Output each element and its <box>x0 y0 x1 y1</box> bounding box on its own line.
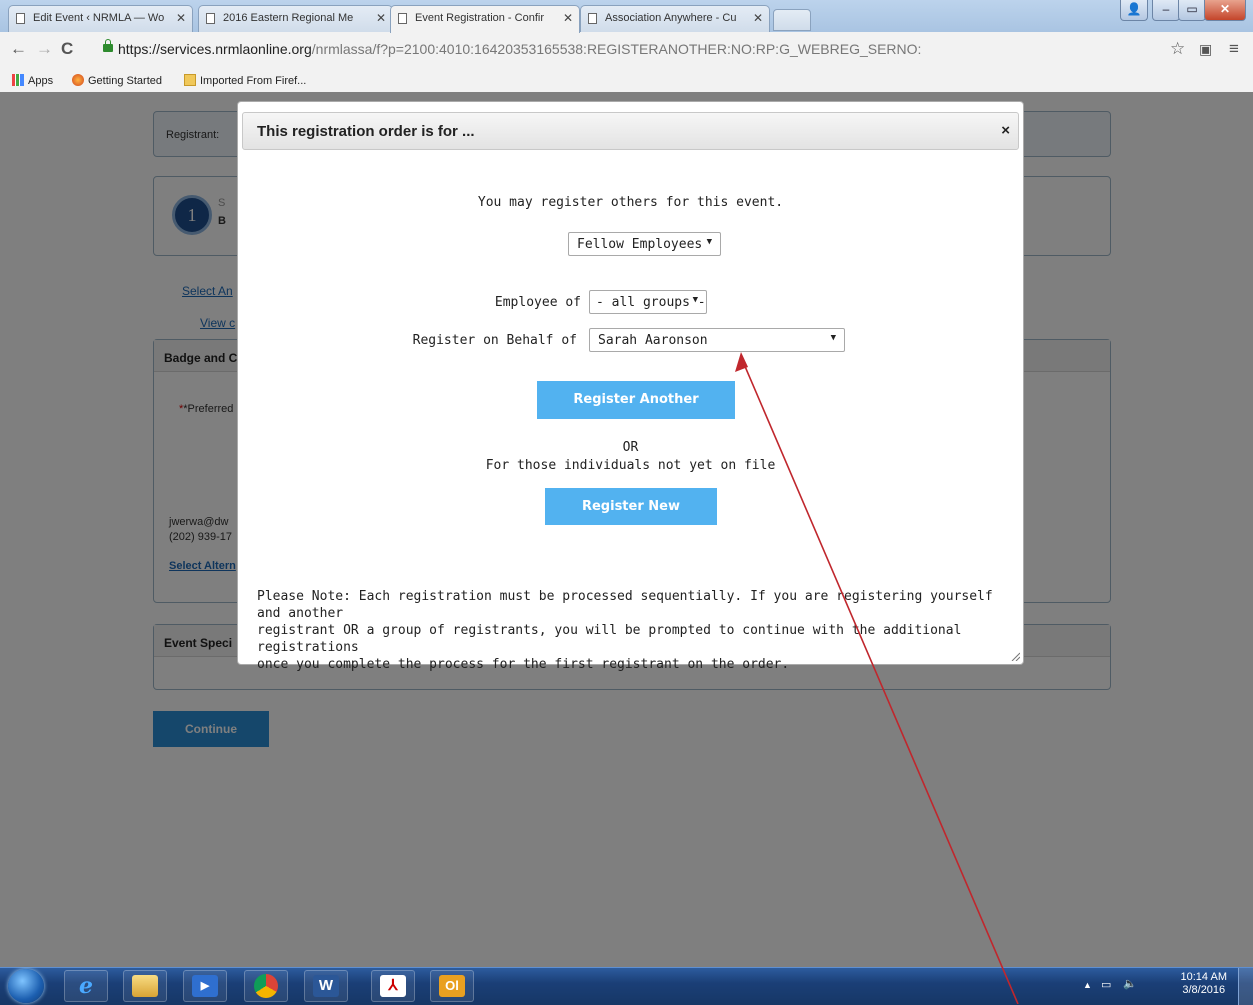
start-button[interactable] <box>8 969 44 1003</box>
close-tab-icon[interactable]: ✕ <box>563 11 573 25</box>
document-icon <box>16 13 25 24</box>
system-tray: ▲ ▭ 🔈 10:14 AM 3/8/2016 <box>1083 968 1253 1005</box>
close-tab-icon[interactable]: ✕ <box>376 11 386 25</box>
navigation-bar: ← → C https://services.nrmlaonline.org/n… <box>0 32 1253 66</box>
bookmark-getting-started[interactable]: Getting Started <box>72 74 162 87</box>
forward-icon[interactable]: → <box>36 39 53 59</box>
menu-icon[interactable]: ≡ <box>1229 39 1239 59</box>
employee-of-select[interactable]: - all groups - ▼ <box>589 290 707 314</box>
selected-value: Fellow Employees <box>577 237 703 252</box>
chevron-down-icon: ▼ <box>830 333 836 343</box>
url-host: https://services.nrmlaonline.org <box>118 41 312 57</box>
chrome-icon[interactable] <box>244 970 288 1002</box>
show-desktop-button[interactable] <box>1238 968 1253 1005</box>
url-path: /nrmlassa/f?p=2100:4010:16420353165538:R… <box>311 41 922 57</box>
employee-of-label: Employee of <box>494 295 581 310</box>
close-tab-icon[interactable]: ✕ <box>753 11 763 25</box>
chevron-down-icon: ▼ <box>692 295 698 305</box>
browser-chrome: Edit Event ‹ NRMLA — Wo ✕ 2016 Eastern R… <box>0 0 1253 92</box>
folder-icon <box>184 74 196 86</box>
back-icon[interactable]: ← <box>10 39 27 59</box>
internet-explorer-icon[interactable]: e <box>64 970 108 1002</box>
resize-grip-icon[interactable] <box>1010 651 1020 661</box>
reload-icon[interactable]: C <box>61 39 73 59</box>
bookmarks-bar: Apps Getting Started Imported From Firef… <box>0 68 1253 92</box>
extension-icon[interactable]: ▣ <box>1199 41 1212 58</box>
user-icon[interactable]: 👤 <box>1120 0 1148 21</box>
close-window-button[interactable]: ✕ <box>1204 0 1246 21</box>
tab-label: Event Registration - Confir <box>415 12 544 24</box>
register-new-button[interactable]: Register New <box>545 488 717 525</box>
chevron-down-icon: ▼ <box>706 237 712 247</box>
modal-header: This registration order is for ... × <box>242 112 1019 150</box>
tab-event-registration[interactable]: Event Registration - Confir ✕ <box>390 5 580 33</box>
outlook-icon[interactable]: Ol <box>430 970 474 1002</box>
tab-label: Edit Event ‹ NRMLA — Wo <box>33 12 165 24</box>
selected-value: Sarah Aaronson <box>598 333 708 348</box>
tab-label: 2016 Eastern Regional Me <box>223 12 354 24</box>
address-bar[interactable]: https://services.nrmlaonline.org/nrmlass… <box>118 41 921 57</box>
file-explorer-icon[interactable] <box>123 970 167 1002</box>
tab-eastern-regional[interactable]: 2016 Eastern Regional Me ✕ <box>198 5 393 32</box>
registration-type-select[interactable]: Fellow Employees ▼ <box>568 232 721 256</box>
or-text: OR <box>622 440 639 455</box>
modal-title: This registration order is for ... <box>257 123 475 140</box>
register-another-button[interactable]: Register Another <box>537 381 735 419</box>
modal-intro: You may register others for this event. <box>477 195 784 210</box>
bookmark-imported[interactable]: Imported From Firef... <box>184 74 306 87</box>
new-tab-button[interactable] <box>773 9 811 31</box>
tab-association-anywhere[interactable]: Association Anywhere - Cu ✕ <box>580 5 770 32</box>
show-hidden-icons-icon[interactable]: ▲ <box>1083 980 1092 990</box>
selected-value: - all groups - <box>596 295 706 310</box>
acrobat-icon[interactable]: ⅄ <box>371 970 415 1002</box>
volume-icon[interactable]: 🔈 <box>1123 977 1137 990</box>
please-note-text: Please Note: Each registration must be p… <box>257 589 993 672</box>
clock[interactable]: 10:14 AM 3/8/2016 <box>1181 971 1227 997</box>
document-icon <box>398 13 407 24</box>
document-icon <box>588 13 597 24</box>
close-icon[interactable]: × <box>1001 122 1010 139</box>
apps-grid-icon <box>12 74 24 86</box>
behalf-label: Register on Behalf of <box>412 333 577 348</box>
tab-label: Association Anywhere - Cu <box>605 12 737 24</box>
window-controls: 👤 – ▭ ✕ <box>1120 0 1246 22</box>
media-player-icon[interactable]: ▶ <box>183 970 227 1002</box>
tab-strip: Edit Event ‹ NRMLA — Wo ✕ 2016 Eastern R… <box>0 0 1253 33</box>
document-icon <box>206 13 215 24</box>
registration-modal: This registration order is for ... × You… <box>237 101 1024 672</box>
word-icon[interactable]: W <box>304 970 348 1002</box>
register-on-behalf-select[interactable]: Sarah Aaronson ▼ <box>589 328 845 352</box>
minimize-button[interactable]: – <box>1152 0 1180 21</box>
maximize-button[interactable]: ▭ <box>1178 0 1206 21</box>
star-icon[interactable]: ☆ <box>1170 39 1185 59</box>
close-tab-icon[interactable]: ✕ <box>176 11 186 25</box>
network-icon[interactable]: ▭ <box>1101 978 1111 991</box>
bookmark-apps[interactable]: Apps <box>12 74 53 87</box>
tab-edit-event[interactable]: Edit Event ‹ NRMLA — Wo ✕ <box>8 5 193 32</box>
firefox-icon <box>72 74 84 86</box>
not-on-file-text: For those individuals not yet on file <box>485 458 776 473</box>
windows-taskbar: e ▶ W ⅄ Ol ▲ ▭ 🔈 10:14 AM 3/8/2016 <box>0 967 1253 1005</box>
lock-icon <box>103 39 113 52</box>
